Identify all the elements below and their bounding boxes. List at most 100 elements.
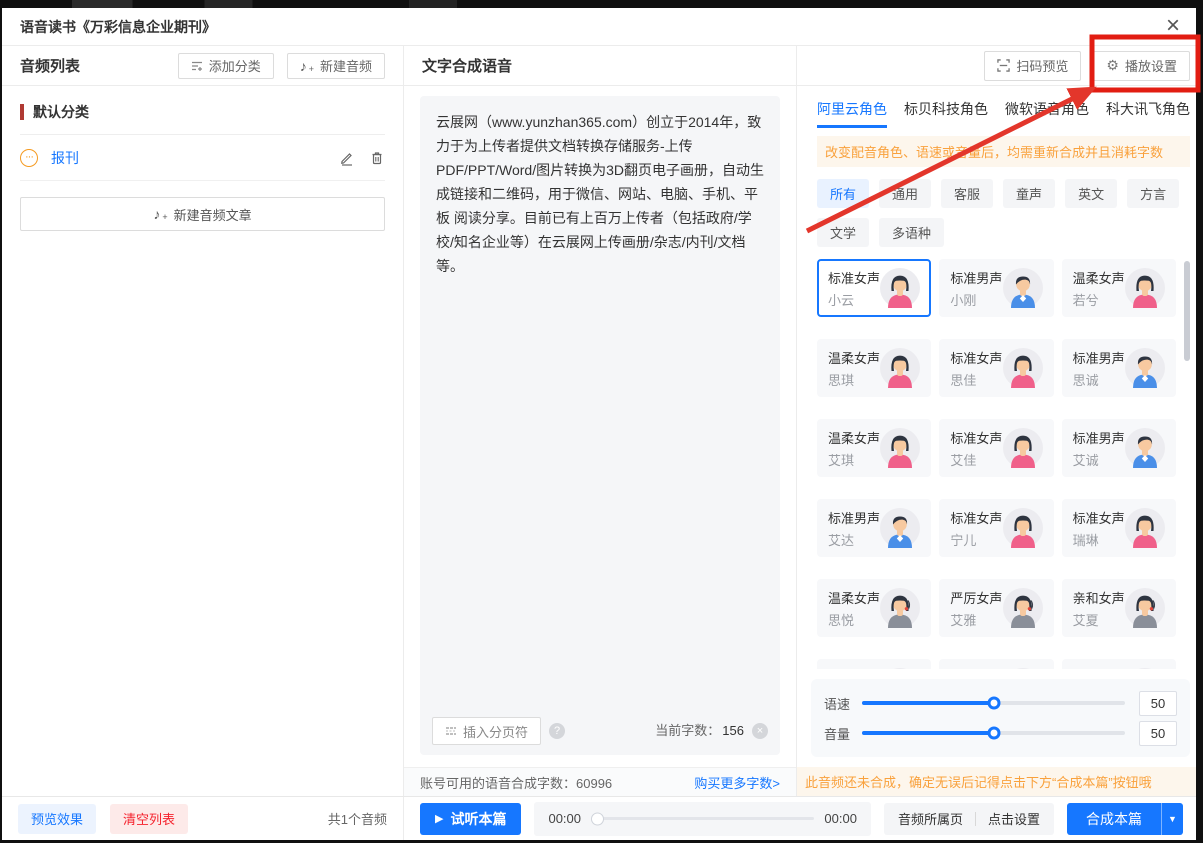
slider-label: 音量 — [824, 724, 862, 743]
filter-客服[interactable]: 客服 — [941, 179, 993, 208]
voice-card-小刚[interactable]: 标准男声小刚 — [939, 259, 1053, 317]
play-icon: ▶ — [435, 812, 443, 825]
voice-type: 标准男声 — [950, 268, 1002, 287]
new-audio-button[interactable]: ♪+ 新建音频 — [287, 53, 385, 79]
clear-list-button[interactable]: 清空列表 — [110, 804, 188, 834]
voice-name: 艾雅 — [950, 610, 1002, 629]
synthesis-text-input[interactable]: 云展网（www.yunzhan365.com）创立于2014年，致力于为上传者提… — [420, 96, 780, 755]
tab-阿里云角色[interactable]: 阿里云角色 — [817, 99, 887, 128]
buy-more-link[interactable]: 购买更多字数> — [694, 773, 780, 792]
delete-icon[interactable] — [369, 150, 385, 166]
voice-card-思琪[interactable]: 温柔女声思琪 — [817, 339, 931, 397]
filter-英文[interactable]: 英文 — [1065, 179, 1117, 208]
filter-童声[interactable]: 童声 — [1003, 179, 1055, 208]
voice-type: 温柔女声 — [1073, 268, 1125, 287]
voice-avatar — [1125, 588, 1165, 628]
voice-card-温柔女声[interactable]: 温柔女声 — [1062, 659, 1176, 669]
voice-name: 艾琪 — [828, 450, 880, 469]
voice-card-甜美女声[interactable]: 甜美女声 — [817, 659, 931, 669]
slider-语速: 语速 50 — [824, 688, 1177, 718]
voice-card-思诚[interactable]: 标准男声思诚 — [1062, 339, 1176, 397]
preview-effect-button[interactable]: 预览效果 — [18, 804, 96, 834]
slider-track[interactable] — [862, 731, 1125, 735]
voice-avatar — [1003, 668, 1043, 669]
voice-name: 思琪 — [828, 370, 880, 389]
help-icon[interactable]: ? — [549, 723, 565, 739]
add-category-button[interactable]: 添加分类 — [178, 53, 274, 79]
slider-thumb[interactable] — [987, 697, 1000, 710]
filter-文学[interactable]: 文学 — [817, 218, 869, 247]
voice-name: 宁儿 — [950, 530, 1002, 549]
voice-card-自然女声[interactable]: 自然女声 — [939, 659, 1053, 669]
voice-list-scrollbar[interactable] — [1184, 261, 1190, 361]
caret-down-icon[interactable]: ▼ — [1161, 803, 1183, 835]
role-warning: 改变配音角色、语速或音量后，均需重新合成并且消耗字数 — [817, 136, 1190, 167]
filter-所有[interactable]: 所有 — [817, 179, 869, 208]
voice-name: 若兮 — [1073, 290, 1125, 309]
voice-type: 标准女声 — [828, 268, 880, 287]
add-category-icon — [191, 60, 203, 72]
listen-button[interactable]: ▶ 试听本篇 — [420, 803, 521, 835]
qr-scan-icon — [997, 59, 1010, 72]
voice-card-艾夏[interactable]: 亲和女声艾夏 — [1062, 579, 1176, 637]
voice-card-艾雅[interactable]: 严厉女声艾雅 — [939, 579, 1053, 637]
player-track[interactable] — [591, 817, 814, 820]
insert-pagebreak-button[interactable]: 插入分页符 — [432, 717, 541, 745]
voice-name: 思佳 — [950, 370, 1002, 389]
voice-card-小云[interactable]: 标准女声小云 — [817, 259, 931, 317]
tab-科大讯飞角色[interactable]: 科大讯飞角色 — [1106, 99, 1190, 128]
current-time: 00:00 — [548, 811, 581, 826]
tab-微软语音角色[interactable]: 微软语音角色 — [1005, 99, 1089, 128]
slider-value[interactable]: 50 — [1139, 691, 1177, 716]
voice-card-艾琪[interactable]: 温柔女声艾琪 — [817, 419, 931, 477]
voice-name: 艾达 — [828, 530, 880, 549]
voice-reading-dialog: 语音读书《万彩信息企业期刊》 × 音频列表 添加分类 ♪+ 新建音频 — [2, 8, 1196, 840]
click-setting-label: 点击设置 — [988, 809, 1040, 828]
filter-方言[interactable]: 方言 — [1127, 179, 1179, 208]
edit-icon[interactable] — [339, 150, 355, 166]
voice-avatar — [1003, 268, 1043, 308]
voice-card-宁儿[interactable]: 标准女声宁儿 — [939, 499, 1053, 557]
voice-type: 温柔女声 — [828, 348, 880, 367]
audio-item-baokan[interactable]: ··· 报刊 — [20, 135, 385, 181]
voice-name: 思诚 — [1073, 370, 1125, 389]
scan-preview-button[interactable]: 扫码预览 — [984, 51, 1081, 81]
voice-avatar — [1125, 348, 1165, 388]
char-count-clear-icon[interactable]: × — [752, 723, 768, 739]
audio-player: 00:00 00:00 — [534, 802, 871, 836]
sliders: 语速 50 音量 50 — [811, 679, 1190, 757]
voice-name: 思悦 — [828, 610, 880, 629]
voice-card-艾达[interactable]: 标准男声艾达 — [817, 499, 931, 557]
voice-grid: 标准女声小云标准男声小刚温柔女声若兮温柔女声思琪标准女声思佳标准男声思诚温柔女声… — [817, 259, 1190, 669]
voice-card-思佳[interactable]: 标准女声思佳 — [939, 339, 1053, 397]
dialog-title: 语音读书《万彩信息企业期刊》 — [20, 17, 216, 37]
slider-value[interactable]: 50 — [1139, 721, 1177, 746]
voice-type: 标准男声 — [1073, 428, 1125, 447]
pagebreak-icon — [445, 725, 457, 737]
voice-type: 严厉女声 — [950, 588, 1002, 607]
new-audio-article-button[interactable]: ♪+ 新建音频文章 — [20, 197, 385, 231]
slider-音量: 音量 50 — [824, 718, 1177, 748]
voice-card-瑞琳[interactable]: 标准女声瑞琳 — [1062, 499, 1176, 557]
voice-card-思悦[interactable]: 温柔女声思悦 — [817, 579, 931, 637]
close-icon[interactable]: × — [1166, 12, 1180, 40]
player-thumb[interactable] — [591, 812, 604, 825]
voice-card-艾佳[interactable]: 标准女声艾佳 — [939, 419, 1053, 477]
filter-多语种[interactable]: 多语种 — [879, 218, 944, 247]
voice-card-艾诚[interactable]: 标准男声艾诚 — [1062, 419, 1176, 477]
slider-label: 语速 — [824, 694, 862, 713]
filter-通用[interactable]: 通用 — [879, 179, 931, 208]
voice-avatar — [880, 428, 920, 468]
tab-标贝科技角色[interactable]: 标贝科技角色 — [904, 99, 988, 128]
slider-thumb[interactable] — [987, 727, 1000, 740]
slider-track[interactable] — [862, 701, 1125, 705]
voice-card-若兮[interactable]: 温柔女声若兮 — [1062, 259, 1176, 317]
category-default[interactable]: 默认分类 — [20, 102, 385, 135]
play-settings-button[interactable]: ⚙ 播放设置 — [1093, 51, 1190, 81]
synthesize-button[interactable]: 合成本篇 ▼ — [1067, 803, 1183, 835]
category-marker — [20, 104, 24, 120]
dots-icon: ··· — [20, 149, 38, 167]
synthesis-note: 此音频还未合成，确定无误后记得点击下方“合成本篇”按钮哦 — [797, 767, 1196, 796]
voice-type: 标准男声 — [828, 508, 880, 527]
audio-page-setting[interactable]: 音频所属页 点击设置 — [884, 803, 1054, 835]
